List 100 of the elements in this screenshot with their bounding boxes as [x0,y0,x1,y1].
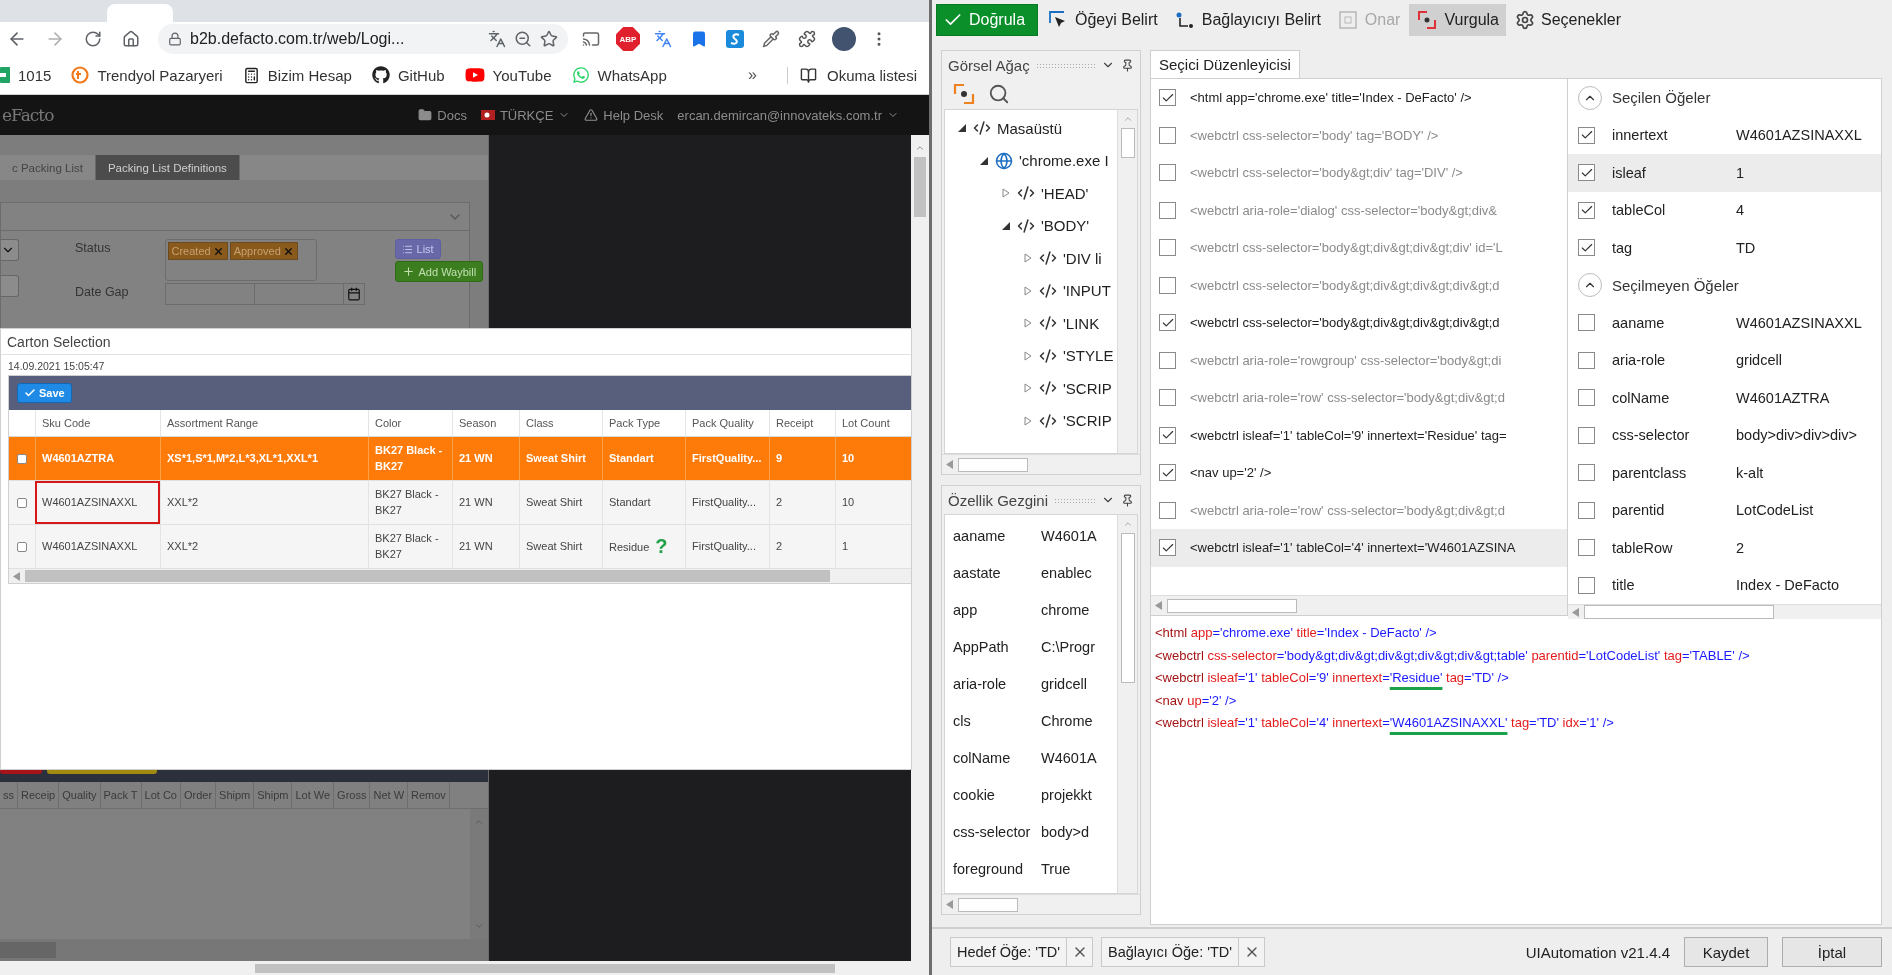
scrollbar[interactable] [1117,515,1137,893]
bookmark-label[interactable]: GitHub [397,66,445,84]
bookmark-label[interactable]: Bizim Hesap [267,66,352,84]
bookmark-link[interactable]: 1015 [0,66,52,84]
bookmark-link[interactable]: YouTube [464,65,552,85]
scroll-left-icon[interactable] [946,460,954,469]
scrollbar[interactable] [1117,110,1137,453]
scroll-thumb[interactable] [958,897,1018,912]
tree-item[interactable]: 'SCRIP [1063,412,1112,430]
toolbar-button[interactable]: Seçenekler [1508,4,1629,36]
toolbar-button[interactable]: Öğeyi Belirt [1040,4,1165,36]
address-bar[interactable]: b2b.defacto.com.tr/web/Logi... [158,24,568,54]
checkbox[interactable] [1578,239,1595,257]
scroll-thumb[interactable] [958,457,1028,472]
tree-item[interactable]: 'BODY' [1041,217,1090,235]
scroll-thumb[interactable] [25,570,830,582]
search-icon[interactable] [988,83,1010,105]
scrollbar[interactable] [9,569,911,583]
selector-row[interactable]: <nav up='2' /> [1151,454,1567,492]
attribute-row[interactable]: parentid LotCodeList [1568,491,1881,529]
editor-tab[interactable]: Seçici Düzenleyicisi [1150,50,1300,78]
selector-row[interactable]: <webctrl css-selector='body&gt;div&gt;div&gt;div&gt;d [1151,266,1567,304]
checkbox[interactable] [1578,126,1595,144]
checkbox[interactable] [1159,126,1176,144]
calendar-icon[interactable] [346,287,361,301]
date-range-field[interactable] [164,283,365,305]
column-header[interactable]: Receipt [769,410,835,436]
selector-row[interactable]: <webctrl isleaf='1' tableCol='4' innertext='W4601AZSINA [1151,529,1567,567]
tree-item[interactable]: 'INPUT [1063,282,1111,300]
dialog-button[interactable]: İptal [1782,937,1882,967]
attribute-row[interactable]: tableCol 4 [1568,191,1881,229]
translate-icon[interactable] [488,30,506,48]
selector-row[interactable]: <webctrl css-selector='body&gt;div&gt;div&gt;div' id='L [1151,229,1567,267]
attribute-row[interactable]: parentclass k-alt [1568,454,1881,492]
attribute-row[interactable]: css-selector body>div>div>div> [1568,416,1881,454]
text-field[interactable] [1,275,19,297]
checkbox[interactable] [1159,389,1176,407]
attribute-row[interactable]: isleaf 1 [1568,154,1881,192]
checkbox[interactable] [1578,351,1595,369]
checkbox[interactable] [17,453,27,464]
scroll-left-icon[interactable] [1155,601,1163,610]
checkbox[interactable] [1159,201,1176,219]
bookmark-label[interactable]: WhatsApp [597,66,667,84]
attribute-row[interactable]: innertext W4601AZSINAXXL [1568,116,1881,154]
user-menu[interactable]: ercan.demircan@innovateks.com.tr [677,107,882,123]
checkbox[interactable] [1578,501,1595,519]
scrollbar[interactable] [942,454,1140,474]
attribute-row[interactable]: tableRow 2 [1568,529,1881,567]
column-header[interactable]: Pack Type [602,410,685,436]
bookmark-label[interactable]: 1015 [18,66,52,84]
dialog-button[interactable]: Kaydet [1684,937,1768,967]
tree-item[interactable]: 'HEAD' [1041,184,1089,202]
bookmark-link[interactable]: Bizim Hesap [242,66,352,84]
scroll-thumb[interactable] [1120,533,1135,683]
selector-row[interactable]: <webctrl isleaf='1' tableCol='9' innertext='Residue' tag= [1151,416,1567,454]
pin-icon[interactable] [1121,58,1134,72]
table-row[interactable]: W4601AZSINAXXL XXL*2 BK27 Black - BK27 21 WN Sweat Shirt Standart FirstQuality... 2 10 [9,481,911,525]
tree-item[interactable]: Masaüstü [997,119,1063,137]
checkbox[interactable] [1159,276,1176,294]
reading-list-label[interactable]: Okuma listesi [826,66,917,84]
tree-item[interactable]: 'SCRIP [1063,379,1112,397]
selector-row[interactable]: <webctrl css-selector='body&gt;div' tag='DIV' /> [1151,154,1567,192]
scrollbar[interactable] [0,961,929,975]
add-waybill-button[interactable]: Add Waybill [394,261,484,282]
attribute-row[interactable]: aria-role gridcell [1568,341,1881,379]
expander-icon[interactable] [1001,220,1011,231]
toolbar-button[interactable]: Doğrula [936,4,1038,36]
checkbox[interactable] [17,541,27,552]
attribute-row[interactable]: tag TD [1568,229,1881,267]
checkbox[interactable] [1578,539,1595,557]
checkbox[interactable] [1159,351,1176,369]
checkbox[interactable] [1159,314,1176,332]
expander-icon[interactable] [979,155,989,166]
scroll-thumb[interactable] [255,963,835,973]
attribute-row[interactable]: aaname W4601AZSINAXXL [1568,304,1881,342]
bookmark-label[interactable]: YouTube [492,66,552,84]
column-header[interactable]: Color [368,410,452,436]
checkbox[interactable] [1578,201,1595,219]
selector-row[interactable]: <webctrl aria-role='dialog' css-selector='body&gt;div& [1151,191,1567,229]
checkbox[interactable] [1159,89,1176,107]
attribute-row[interactable]: colName W4601AZTRA [1568,379,1881,417]
bookmark-label[interactable]: Trendyol Pazaryeri [97,66,223,84]
selector-row[interactable]: <webctrl aria-role='rowgroup' css-selector='body&gt;di [1151,341,1567,379]
breadcrumb[interactable]: Packing List Definitions [95,155,240,180]
column-header[interactable]: Class [519,410,602,436]
selector-row[interactable]: <webctrl aria-role='row' css-selector='body&gt;div&gt;d [1151,491,1567,529]
toolbar-button[interactable]: Vurgula [1409,4,1506,36]
scrollbar[interactable] [942,894,1140,914]
bookmark-link[interactable]: GitHub [371,66,445,84]
nav-link[interactable]: TÜRKÇE [499,107,554,123]
checkbox[interactable] [1159,539,1176,557]
scrollbar[interactable] [1568,604,1881,619]
remove-icon[interactable] [212,245,224,257]
adblock-extension-button[interactable]: ABP [616,27,640,51]
checkbox[interactable] [1159,239,1176,257]
nav-link[interactable]: Docs [437,107,467,123]
scrollbar[interactable] [1151,595,1567,615]
column-header[interactable]: Lot Count [835,410,911,436]
table-row[interactable]: W4601AZSINAXXL XXL*2 BK27 Black - BK27 21 WN Sweat Shirt Residue ? FirstQuality... 2 1 [9,525,911,569]
scrollbar[interactable] [0,939,488,961]
